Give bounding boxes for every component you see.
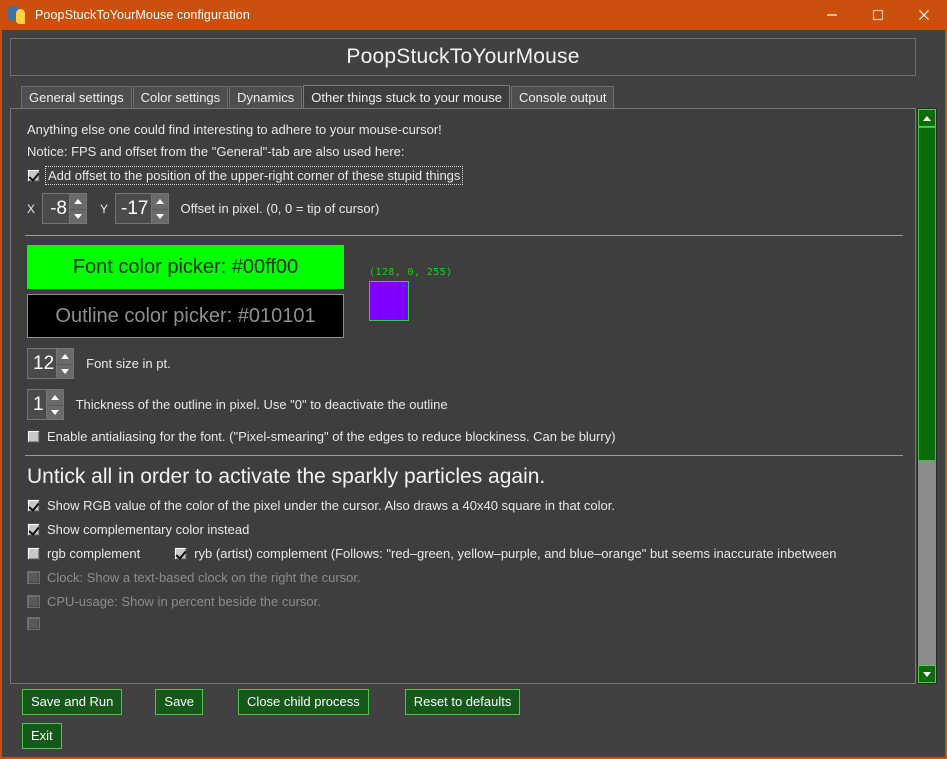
checkbox-cpu-usage[interactable] (27, 595, 40, 608)
outline-color-picker-button[interactable]: Outline color picker: #010101 (27, 294, 344, 338)
divider-2 (25, 455, 903, 456)
checkbox-row-show-rgb-value[interactable]: Show RGB value of the color of the pixel… (27, 498, 905, 513)
triangle-up-icon (155, 198, 164, 204)
checkbox-row-add-offset[interactable]: Add offset to the position of the upper-… (27, 166, 905, 185)
checkbox-rgb-complement-label: rgb complement (47, 546, 141, 561)
checkbox-cpu-usage-label: CPU-usage: Show in percent beside the cu… (47, 594, 321, 609)
save-and-run-button[interactable]: Save and Run (22, 689, 123, 715)
checkbox-clipped[interactable] (27, 617, 40, 630)
color-picker-block: Font color picker: #00ff00 Outline color… (27, 245, 905, 338)
triangle-down-icon (61, 368, 70, 374)
outline-thickness-value[interactable]: 1 (28, 390, 46, 419)
checkbox-row-cpu-usage[interactable]: CPU-usage: Show in percent beside the cu… (27, 594, 905, 609)
scroll-down-arrow-icon[interactable] (918, 665, 936, 683)
scrollbar-track[interactable] (918, 127, 936, 665)
checkbox-show-complementary-color-label: Show complementary color instead (47, 522, 250, 537)
divider-1 (25, 235, 903, 236)
offset-x-value[interactable]: -8 (43, 194, 69, 223)
save-button[interactable]: Save (155, 689, 204, 715)
offset-row: X -8 Y -17 Offset in pixel. (0, 0 = tip … (27, 193, 905, 224)
offset-x-stepper[interactable]: -8 (42, 193, 88, 224)
reset-to-defaults-button[interactable]: Reset to defaults (404, 689, 521, 715)
outline-thickness-note: Thickness of the outline in pixel. Use "… (75, 397, 448, 412)
offset-y-stepper[interactable]: -17 (115, 193, 169, 224)
app-title-banner: PoopStuckToYourMouse (10, 38, 916, 76)
checkbox-ryb-complement[interactable] (174, 547, 188, 560)
triangle-up-icon (61, 353, 70, 359)
checkbox-row-antialiasing[interactable]: Enable antialiasing for the font. ("Pixe… (27, 429, 905, 444)
outline-thickness-decrement-button[interactable] (46, 404, 63, 419)
checkbox-row-clock[interactable]: Clock: Show a text-based clock on the ri… (27, 570, 905, 585)
maximize-button[interactable] (855, 0, 901, 30)
triangle-down-icon (74, 213, 83, 219)
outline-thickness-row: 1 Thickness of the outline in pixel. Use… (27, 389, 905, 420)
settings-panel: Anything else one could find interesting… (10, 108, 916, 684)
outline-thickness-increment-button[interactable] (46, 390, 63, 405)
exit-button[interactable]: Exit (22, 723, 62, 749)
application-window: PoopStuckToYourMouse configuration PoopS… (0, 0, 947, 759)
intro-text-1: Anything else one could find interesting… (27, 122, 442, 137)
minimize-button[interactable] (809, 0, 855, 30)
scroll-up-arrow-icon[interactable] (918, 109, 936, 127)
font-size-stepper[interactable]: 12 (27, 348, 75, 379)
tab-color-settings[interactable]: Color settings (132, 86, 229, 108)
intro-text-2: Notice: FPS and offset from the "General… (27, 144, 405, 159)
tab-other-things-stuck-to-your-mouse[interactable]: Other things stuck to your mouse (303, 85, 510, 108)
checkbox-rgb-complement[interactable] (27, 547, 40, 560)
checkbox-row-complement-mode: rgb complement ryb (artist) complement (… (27, 546, 905, 561)
triangle-up-icon (50, 394, 59, 400)
tab-dynamics[interactable]: Dynamics (229, 86, 303, 108)
checkbox-row-show-complementary-color[interactable]: Show complementary color instead (27, 522, 905, 537)
page-title: PoopStuckToYourMouse (346, 45, 580, 68)
triangle-up-icon (74, 198, 83, 204)
offset-x-increment-button[interactable] (70, 194, 87, 209)
python-logo-icon (7, 5, 27, 25)
section-heading: Untick all in order to activate the spar… (27, 465, 546, 488)
color-preview-block: (128, 0, 255) (369, 245, 452, 338)
checkbox-row-clipped[interactable] (27, 617, 905, 630)
checkbox-show-complementary-color[interactable] (27, 523, 40, 536)
checkbox-add-offset-label: Add offset to the position of the upper-… (44, 166, 464, 185)
checkbox-clock-label: Clock: Show a text-based clock on the ri… (47, 570, 361, 585)
offset-x-decrement-button[interactable] (70, 208, 87, 223)
close-button[interactable] (901, 0, 947, 30)
checkbox-show-rgb-value-label: Show RGB value of the color of the pixel… (47, 498, 615, 513)
checkbox-show-rgb-value[interactable] (27, 499, 40, 512)
triangle-down-icon (50, 409, 59, 415)
button-row-secondary: Exit (22, 723, 937, 749)
checkbox-clock[interactable] (27, 571, 40, 584)
rgb-value-label: (128, 0, 255) (369, 267, 453, 278)
offset-x-label: X (27, 201, 36, 216)
offset-y-decrement-button[interactable] (151, 208, 168, 223)
vertical-scrollbar[interactable] (917, 108, 937, 684)
tab-bar: General settings Color settings Dynamics… (10, 85, 937, 108)
offset-y-value[interactable]: -17 (116, 194, 150, 223)
color-preview-swatch (369, 281, 409, 321)
checkbox-antialiasing[interactable] (27, 430, 40, 443)
window-title: PoopStuckToYourMouse configuration (35, 8, 250, 22)
close-child-process-button[interactable]: Close child process (238, 689, 369, 715)
scroll-area: Anything else one could find interesting… (10, 108, 937, 684)
font-size-increment-button[interactable] (57, 349, 74, 364)
outline-thickness-stepper[interactable]: 1 (27, 389, 64, 420)
font-size-value[interactable]: 12 (28, 349, 56, 378)
font-size-decrement-button[interactable] (57, 363, 74, 378)
button-bar: Save and Run Save Close child process Re… (10, 684, 937, 757)
tab-general-settings[interactable]: General settings (21, 86, 132, 108)
font-size-row: 12 Font size in pt. (27, 348, 905, 379)
title-bar: PoopStuckToYourMouse configuration (0, 0, 947, 30)
client-area: PoopStuckToYourMouse General settings Co… (2, 30, 945, 757)
triangle-down-icon (155, 213, 164, 219)
offset-note: Offset in pixel. (0, 0 = tip of cursor) (180, 201, 380, 216)
offset-y-label: Y (100, 201, 109, 216)
checkbox-add-offset[interactable] (27, 169, 40, 182)
font-color-picker-button[interactable]: Font color picker: #00ff00 (27, 245, 344, 289)
scrollbar-thumb[interactable] (918, 127, 936, 461)
font-size-note: Font size in pt. (86, 356, 171, 371)
offset-y-increment-button[interactable] (151, 194, 168, 209)
button-row-primary: Save and Run Save Close child process Re… (22, 689, 937, 715)
tab-console-output[interactable]: Console output (511, 86, 615, 108)
checkbox-antialiasing-label: Enable antialiasing for the font. ("Pixe… (47, 429, 616, 444)
checkbox-ryb-complement-label: ryb (artist) complement (Follows: "red–g… (194, 546, 837, 561)
